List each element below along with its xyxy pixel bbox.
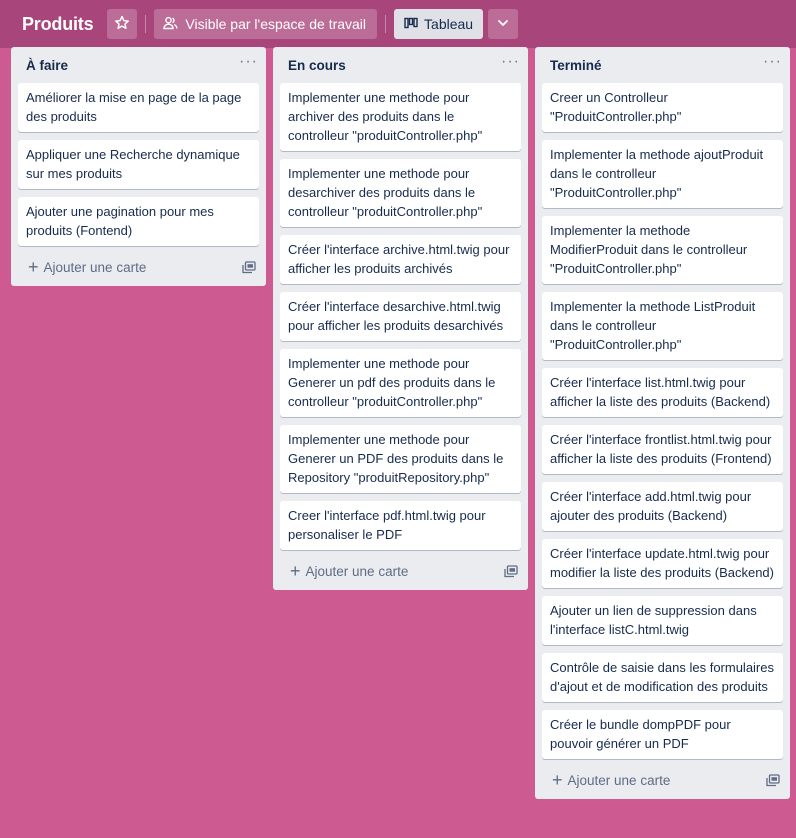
- list-en-cours: En cours ··· Implementer une methode pou…: [273, 47, 528, 590]
- list-header: En cours ···: [273, 47, 528, 83]
- board-title[interactable]: Produits: [22, 14, 94, 35]
- view-options-button[interactable]: [488, 9, 519, 39]
- card[interactable]: Ajouter un lien de suppression dans l'in…: [542, 596, 783, 645]
- board-icon: [404, 16, 424, 32]
- add-card-label: Ajouter une carte: [43, 259, 147, 275]
- plus-icon: +: [28, 257, 39, 277]
- card[interactable]: Implementer une methode pour archiver de…: [280, 83, 521, 151]
- card-container: Creer un Controlleur "ProduitController.…: [535, 83, 790, 759]
- chevron-down-icon: [496, 16, 510, 33]
- card[interactable]: Appliquer une Recherche dynamique sur me…: [18, 140, 259, 189]
- view-label: Tableau: [424, 16, 474, 32]
- view-switcher-button[interactable]: Tableau: [394, 9, 484, 39]
- template-icon[interactable]: [766, 773, 780, 787]
- add-card-row: + Ajouter une carte: [535, 761, 790, 799]
- add-card-button[interactable]: + Ajouter une carte: [28, 257, 147, 277]
- plus-icon: +: [290, 561, 301, 581]
- plus-icon: +: [552, 770, 563, 790]
- card[interactable]: Créer l'interface frontlist.html.twig po…: [542, 425, 783, 474]
- list-title[interactable]: En cours: [288, 58, 346, 73]
- add-card-label: Ajouter une carte: [567, 772, 671, 788]
- more-icon[interactable]: ···: [763, 54, 782, 73]
- card[interactable]: Implementer une methode pour Generer un …: [280, 425, 521, 493]
- card[interactable]: Implementer la methode ListProduit dans …: [542, 292, 783, 360]
- list-termine: Terminé ··· Creer un Controlleur "Produi…: [535, 47, 790, 799]
- list-title[interactable]: Terminé: [550, 58, 602, 73]
- header-divider: [385, 15, 387, 33]
- card[interactable]: Ajouter une pagination pour mes produits…: [18, 197, 259, 246]
- star-icon: [114, 15, 130, 34]
- list-header: À faire ···: [11, 47, 266, 83]
- card[interactable]: Créer l'interface add.html.twig pour ajo…: [542, 482, 783, 531]
- visibility-button[interactable]: Visible par l'espace de travail: [154, 9, 378, 39]
- list-header: Terminé ···: [535, 47, 790, 83]
- template-icon[interactable]: [504, 564, 518, 578]
- users-icon: [163, 16, 185, 33]
- card[interactable]: Créer l'interface archive.html.twig pour…: [280, 235, 521, 284]
- card[interactable]: Implementer une methode pour desarchiver…: [280, 159, 521, 227]
- card-container: Implementer une methode pour archiver de…: [273, 83, 528, 550]
- add-card-label: Ajouter une carte: [305, 563, 409, 579]
- add-card-button[interactable]: + Ajouter une carte: [290, 561, 409, 581]
- add-card-row: + Ajouter une carte: [11, 248, 266, 286]
- list-a-faire: À faire ··· Améliorer la mise en page de…: [11, 47, 266, 286]
- card[interactable]: Implementer la methode ajoutProduit dans…: [542, 140, 783, 208]
- add-card-button[interactable]: + Ajouter une carte: [552, 770, 671, 790]
- header-divider: [145, 15, 147, 33]
- board-header: Produits Visible par l'espace de travail…: [0, 0, 796, 48]
- card[interactable]: Implementer la methode ModifierProduit d…: [542, 216, 783, 284]
- card[interactable]: Implementer une methode pour Generer un …: [280, 349, 521, 417]
- list-title[interactable]: À faire: [26, 58, 68, 73]
- more-icon[interactable]: ···: [239, 54, 258, 73]
- add-card-row: + Ajouter une carte: [273, 552, 528, 590]
- star-button[interactable]: [107, 9, 138, 39]
- card[interactable]: Créer l'interface update.html.twig pour …: [542, 539, 783, 588]
- card[interactable]: Creer l'interface pdf.html.twig pour per…: [280, 501, 521, 550]
- card-container: Améliorer la mise en page de la page des…: [11, 83, 266, 246]
- template-icon[interactable]: [242, 260, 256, 274]
- card[interactable]: Créer l'interface list.html.twig pour af…: [542, 368, 783, 417]
- card[interactable]: Améliorer la mise en page de la page des…: [18, 83, 259, 132]
- more-icon[interactable]: ···: [501, 54, 520, 73]
- card[interactable]: Creer un Controlleur "ProduitController.…: [542, 83, 783, 132]
- card[interactable]: Contrôle de saisie dans les formulaires …: [542, 653, 783, 702]
- visibility-label: Visible par l'espace de travail: [185, 16, 367, 32]
- card[interactable]: Créer le bundle dompPDF pour pouvoir gén…: [542, 710, 783, 759]
- card[interactable]: Créer l'interface desarchive.html.twig p…: [280, 292, 521, 341]
